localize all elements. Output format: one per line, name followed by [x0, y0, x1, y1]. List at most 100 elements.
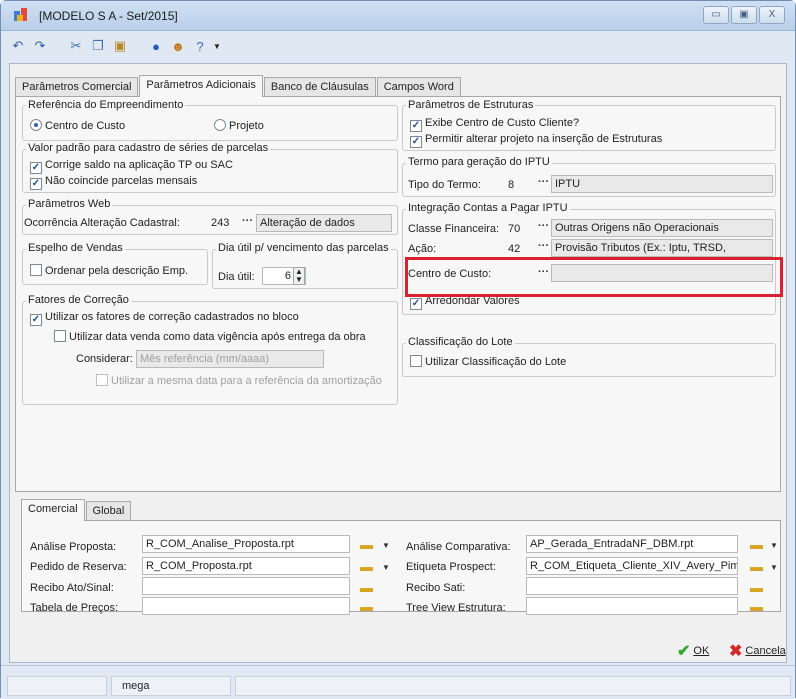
ocorrencia-desc-field: Alteração de dados — [256, 214, 392, 232]
acao-lookup-button[interactable]: ··· — [538, 240, 549, 252]
group-integracao-label: Integração Contas a Pagar IPTU — [406, 202, 570, 214]
radio-centro-custo[interactable]: Centro de Custo — [30, 119, 125, 132]
ocorrencia-lookup-button[interactable]: ··· — [242, 215, 253, 227]
main-tabs: Parâmetros Comercial Parâmetros Adiciona… — [15, 75, 462, 97]
radio-selected-icon — [30, 119, 42, 131]
checkbox-data-venda[interactable]: Utilizar data venda como data vigência a… — [54, 330, 366, 343]
analise-proposta-label: Análise Proposta: — [30, 541, 117, 553]
checkbox-checked-icon: ✓ — [410, 120, 422, 132]
checkbox-utilizar-fatores[interactable]: ✓ Utilizar os fatores de correção cadastr… — [30, 311, 299, 326]
tipo-termo-code[interactable]: 8 — [508, 179, 514, 191]
folder-icon[interactable]: ▬ — [750, 560, 768, 574]
analise-comparativa-input[interactable]: AP_Gerada_EntradaNF_DBM.rpt — [526, 535, 738, 553]
checkbox-mesma-data[interactable]: Utilizar a mesma data para a referência … — [96, 374, 382, 387]
folder-icon[interactable]: ▬ — [360, 600, 378, 614]
folder-icon[interactable]: ▬ — [750, 538, 768, 552]
tree-view-input[interactable] — [526, 597, 738, 615]
checkbox-nao-coincide[interactable]: ✓ Não coincide parcelas mensais — [30, 175, 197, 190]
tab-banco-clausulas[interactable]: Banco de Cláusulas — [263, 77, 376, 97]
etiqueta-prospect-input[interactable]: R_COM_Etiqueta_Cliente_XIV_Avery_Pim — [526, 557, 738, 575]
checkbox-arredondar[interactable]: ✓ Arredondar Valores — [410, 295, 520, 310]
checkbox-data-venda-label: Utilizar data venda como data vigência a… — [69, 331, 366, 343]
acao-desc-field: Provisão Tributos (Ex.: Iptu, TRSD, — [551, 239, 773, 257]
status-cell-1 — [7, 676, 107, 696]
forward-icon[interactable]: ↷ — [31, 37, 49, 55]
chevron-down-icon[interactable]: ▼ — [770, 563, 778, 572]
folder-icon[interactable]: ▬ — [360, 538, 378, 552]
checkbox-checked-icon: ✓ — [30, 178, 42, 190]
tabela-precos-label: Tabela de Preços: — [30, 602, 119, 614]
checkbox-classificacao-lote[interactable]: Utilizar Classificação do Lote — [410, 355, 566, 368]
checkbox-ordenar-label: Ordenar pela descrição Emp. — [45, 265, 189, 277]
checkbox-lote-label: Utilizar Classificação do Lote — [425, 356, 567, 368]
info-icon[interactable]: ● — [147, 37, 165, 55]
group-fatores-label: Fatores de Correção — [26, 294, 131, 306]
chevron-down-icon[interactable]: ▼ — [770, 541, 778, 550]
help-icon[interactable]: ? — [191, 37, 209, 55]
ocorrencia-label: Ocorrência Alteração Cadastral: — [24, 217, 180, 229]
tabela-precos-input[interactable] — [142, 597, 350, 615]
chevron-down-icon[interactable]: ▼ — [382, 563, 390, 572]
checkbox-permitir-alterar-label: Permitir alterar projeto na inserção de … — [425, 133, 663, 145]
close-button[interactable]: X — [759, 6, 785, 24]
status-user: mega — [111, 676, 231, 696]
radio-projeto-label: Projeto — [229, 120, 264, 132]
pedido-reserva-label: Pedido de Reserva: — [30, 561, 127, 573]
group-dia-util-label: Dia útil p/ vencimento das parcelas — [216, 242, 391, 254]
cancel-button[interactable]: ✖ Cancela — [729, 641, 786, 661]
recibo-ato-input[interactable] — [142, 577, 350, 595]
recibo-sati-input[interactable] — [526, 577, 738, 595]
analise-proposta-input[interactable]: R_COM_Analise_Proposta.rpt — [142, 535, 350, 553]
tab-campos-word[interactable]: Campos Word — [376, 77, 461, 97]
group-lote-label: Classificação do Lote — [406, 336, 515, 348]
considerar-select[interactable]: Mês referência (mm/aaaa) — [136, 350, 324, 368]
folder-icon[interactable]: ▬ — [750, 600, 768, 614]
classe-lookup-button[interactable]: ··· — [538, 220, 549, 232]
maximize-button[interactable]: ▣ — [731, 6, 757, 24]
cut-icon[interactable]: ✂ — [67, 37, 85, 55]
tab-global[interactable]: Global — [85, 501, 132, 521]
back-icon[interactable]: ↶ — [9, 37, 27, 55]
dia-util-spinner[interactable]: ▲ ▼ — [293, 267, 305, 285]
checkbox-checked-icon: ✓ — [410, 298, 422, 310]
pedido-reserva-input[interactable]: R_COM_Proposta.rpt — [142, 557, 350, 575]
minimize-button[interactable]: ▭ — [703, 6, 729, 24]
status-bar: mega — [1, 665, 795, 699]
checkbox-checked-icon: ✓ — [30, 314, 42, 326]
title-bar: [MODELO S A - Set/2015] ▭ ▣ X — [1, 1, 795, 31]
app-icon — [14, 8, 27, 21]
help-dropdown-icon[interactable]: ▼ — [213, 37, 221, 55]
folder-icon[interactable]: ▬ — [750, 581, 768, 595]
cancel-x-icon: ✖ — [729, 643, 743, 660]
ocorrencia-code[interactable]: 243 — [211, 217, 229, 229]
radio-unselected-icon — [214, 119, 226, 131]
radio-projeto[interactable]: Projeto — [214, 119, 264, 132]
recibo-ato-label: Recibo Ato/Sinal: — [30, 582, 114, 594]
tab-parametros-comercial[interactable]: Parâmetros Comercial — [15, 77, 139, 97]
checkbox-exibe-centro-label: Exibe Centro de Custo Cliente? — [425, 117, 580, 129]
group-termo-iptu-label: Termo para geração do IPTU — [406, 156, 552, 168]
tab-parametros-adicionais[interactable]: Parâmetros Adicionais — [139, 75, 263, 97]
checkbox-exibe-centro-custo[interactable]: ✓ Exibe Centro de Custo Cliente? — [410, 117, 579, 132]
checkbox-unchecked-icon — [54, 330, 66, 342]
chevron-down-icon[interactable]: ▼ — [382, 541, 390, 550]
tipo-termo-label: Tipo do Termo: — [408, 179, 481, 191]
considerar-label: Considerar: — [76, 353, 133, 365]
paste-icon[interactable]: ▣ — [111, 37, 129, 55]
classe-financeira-code[interactable]: 70 — [508, 223, 520, 235]
classe-financeira-label: Classe Financeira: — [408, 223, 500, 235]
analise-comparativa-label: Análise Comparativa: — [406, 541, 511, 553]
checkbox-corrige-saldo[interactable]: ✓ Corrige saldo na aplicação TP ou SAC — [30, 159, 233, 174]
ok-button[interactable]: ✔ OK — [677, 641, 709, 661]
tipo-termo-lookup-button[interactable]: ··· — [538, 176, 549, 188]
folder-icon[interactable]: ▬ — [360, 581, 378, 595]
status-cell-3 — [235, 676, 791, 696]
ok-label: OK — [693, 645, 710, 657]
checkbox-ordenar-descricao[interactable]: Ordenar pela descrição Emp. — [30, 264, 188, 277]
copy-icon[interactable]: ❐ — [89, 37, 107, 55]
user-icon[interactable]: ☻ — [169, 37, 187, 55]
checkbox-permitir-alterar[interactable]: ✓ Permitir alterar projeto na inserção de… — [410, 133, 662, 148]
acao-code[interactable]: 42 — [508, 243, 520, 255]
folder-icon[interactable]: ▬ — [360, 560, 378, 574]
tab-comercial[interactable]: Comercial — [21, 499, 85, 521]
